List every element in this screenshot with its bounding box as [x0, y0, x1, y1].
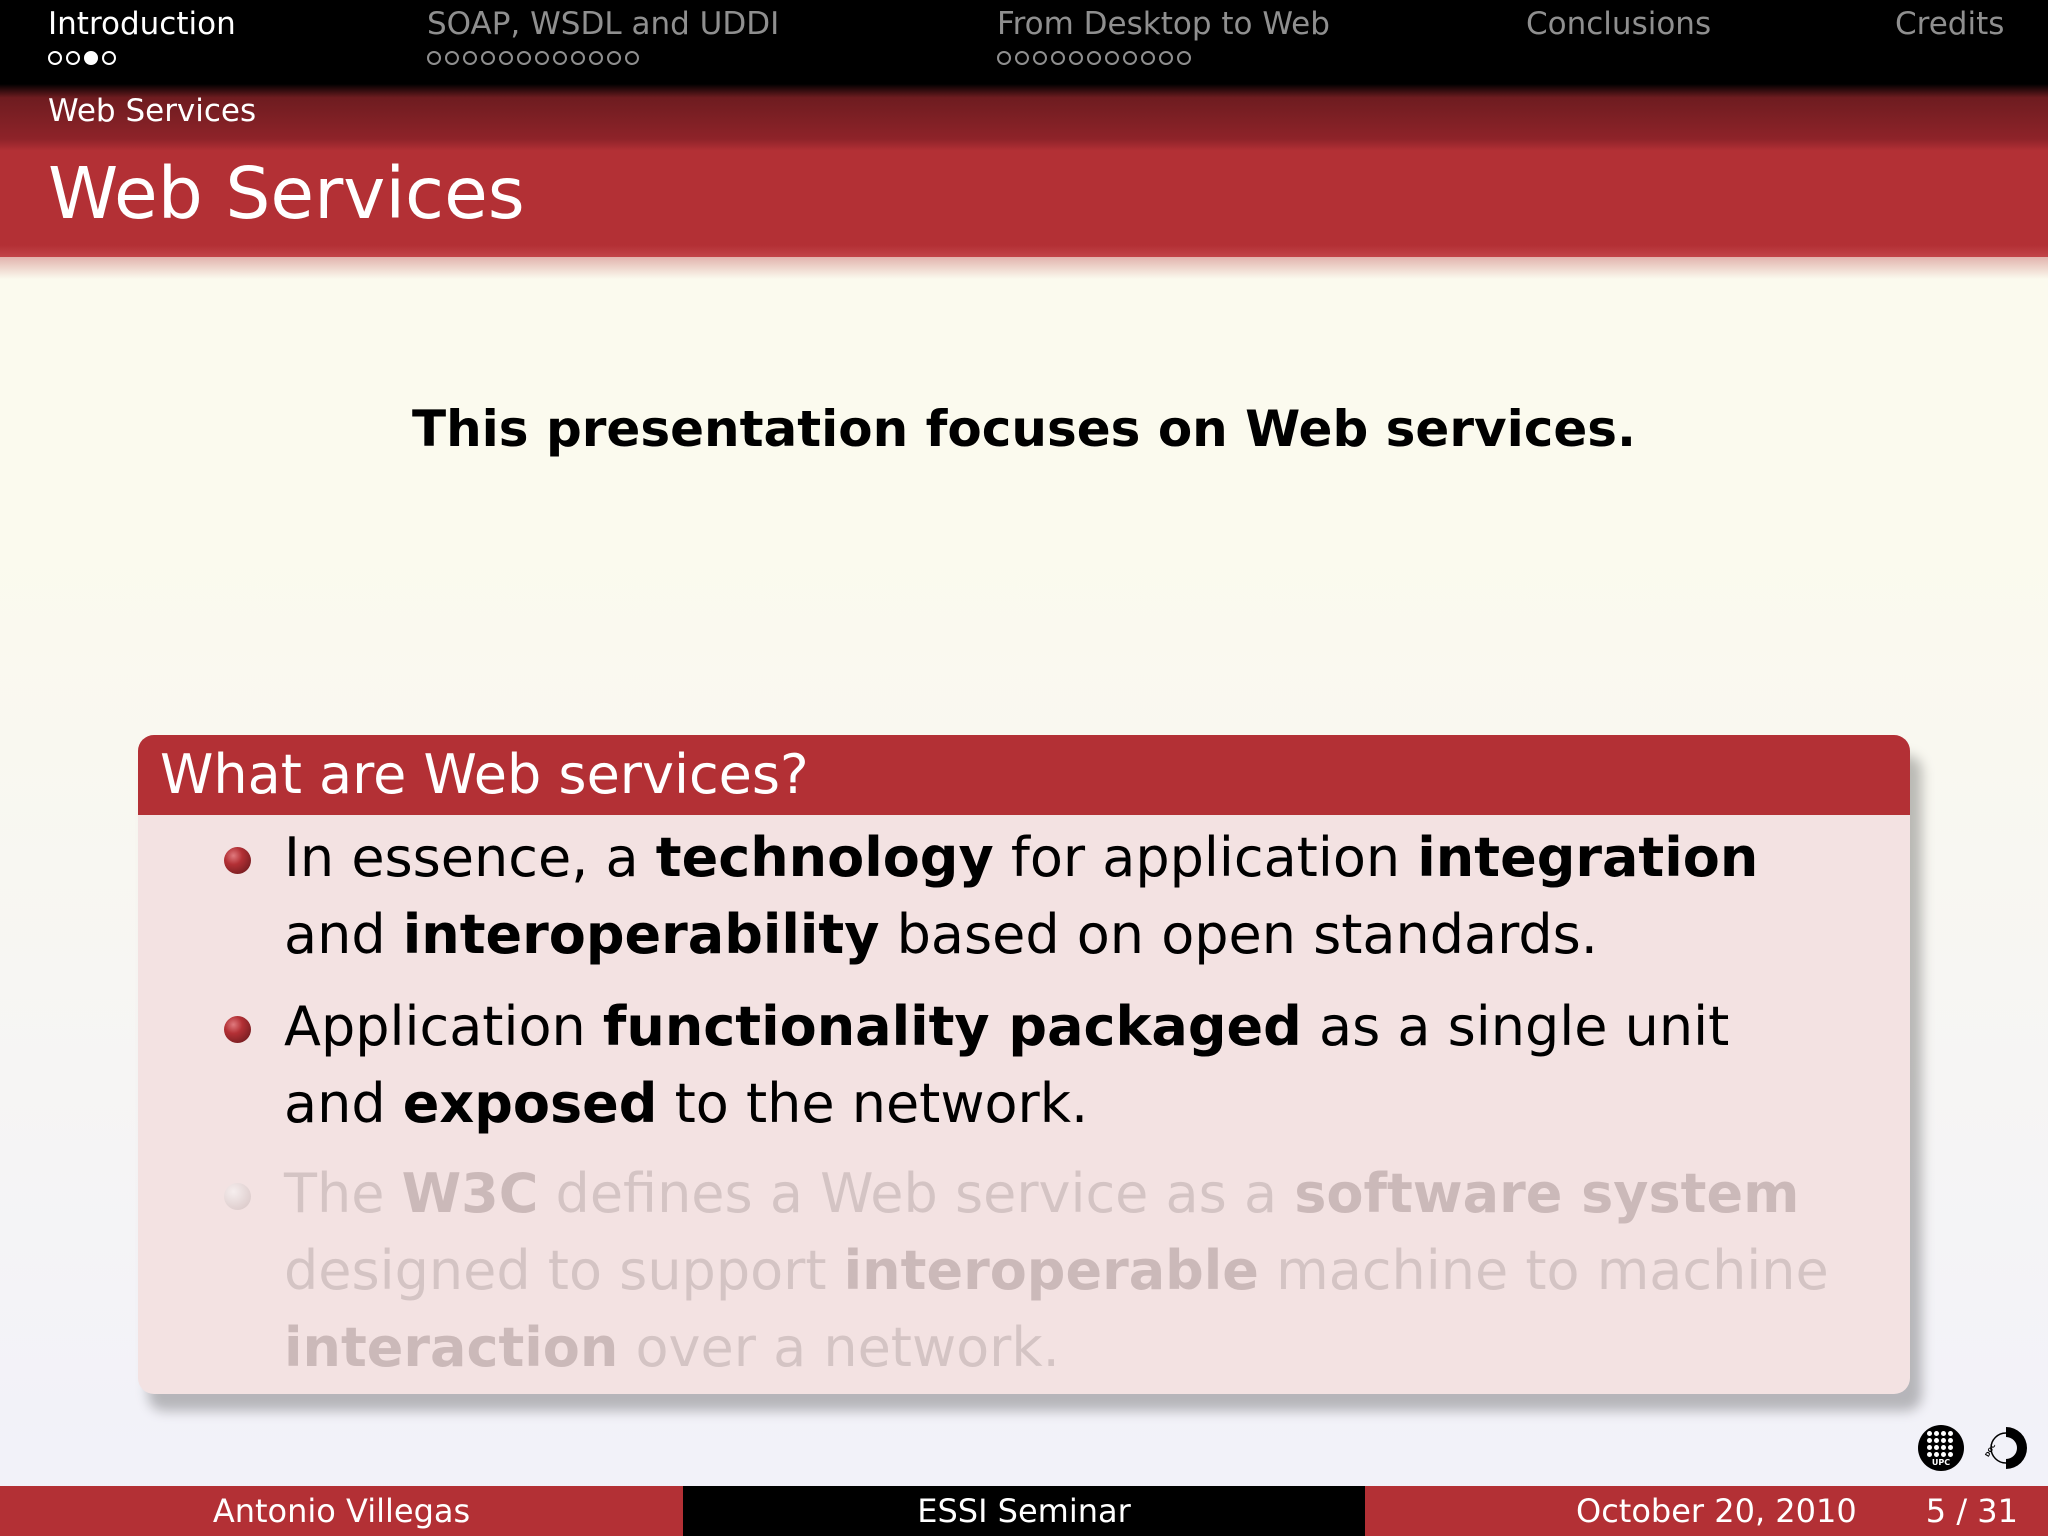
bullet-emphasis: W3C	[401, 1162, 539, 1225]
subsection-title[interactable]: Web Services	[48, 93, 256, 129]
upc-logo-icon: UPC	[1918, 1425, 1964, 1471]
nav-frame-dot[interactable]	[463, 51, 477, 65]
bullet-ball-icon	[224, 1183, 251, 1210]
nav-section-label[interactable]: Credits	[1895, 6, 2004, 42]
block-title: What are Web services?	[138, 735, 1910, 815]
nav-frame-dot[interactable]	[1015, 51, 1029, 65]
bullet-text: Application functionality packaged as a …	[284, 995, 1729, 1135]
bullet-ball-icon	[224, 1016, 251, 1043]
bullet-item: The W3C defines a Web service as a softw…	[224, 1155, 1844, 1386]
bullet-text-run: machine to machine	[1258, 1239, 1829, 1302]
nav-frame-dot[interactable]	[1123, 51, 1137, 65]
bullet-text-run: based on open standards.	[879, 903, 1598, 966]
nav-section-label[interactable]: From Desktop to Web	[997, 6, 1330, 42]
nav-frame-dot[interactable]	[607, 51, 621, 65]
bullet-emphasis: exposed	[402, 1072, 658, 1135]
nav-frame-dot[interactable]	[102, 51, 116, 65]
bullet-text-run: Application	[284, 995, 603, 1058]
footer-date-page: October 20, 2010 5 / 31	[1365, 1486, 2048, 1536]
bullet-item: Application functionality packaged as a …	[224, 988, 1844, 1142]
bullet-emphasis: software system	[1294, 1162, 1800, 1225]
subsection-bar	[0, 84, 2048, 139]
bullet-text-run: In essence, a	[284, 826, 656, 889]
bullet-item: In essence, a technology for application…	[224, 819, 1844, 973]
bullet-ball-icon	[224, 847, 251, 874]
page-counter: 5 / 31	[1925, 1492, 2018, 1530]
upc-logo-text: UPC	[1931, 1458, 1951, 1467]
bullet-emphasis: interaction	[284, 1316, 619, 1379]
nav-frame-dot[interactable]	[571, 51, 585, 65]
frame-title: Web Services	[48, 152, 525, 235]
nav-frame-dot[interactable]	[1141, 51, 1155, 65]
bullet-emphasis: interoperability	[402, 903, 880, 966]
nav-frame-dot[interactable]	[625, 51, 639, 65]
bullet-text-run: for application	[993, 826, 1418, 889]
definition-block: What are Web services? In essence, a tec…	[138, 735, 1910, 1394]
section-navigation: Introduction SOAP, WSDL and UDDI From De…	[0, 0, 2048, 84]
bullet-emphasis: integration	[1417, 826, 1759, 889]
footer-author: Antonio Villegas	[0, 1486, 683, 1536]
nav-frame-dots	[427, 51, 639, 65]
nav-frame-dot[interactable]	[589, 51, 603, 65]
nav-frame-dot[interactable]	[48, 51, 62, 65]
nav-frame-dot[interactable]	[1159, 51, 1173, 65]
nav-frame-dot[interactable]	[481, 51, 495, 65]
bullet-emphasis: functionality packaged	[602, 995, 1302, 1058]
doctorate-logo-icon: DOC	[1984, 1427, 2027, 1469]
nav-frame-dot[interactable]	[427, 51, 441, 65]
nav-section-label[interactable]: Introduction	[48, 6, 236, 42]
bullet-text-run: and	[284, 903, 403, 966]
bullet-text-run: The	[284, 1162, 402, 1225]
nav-frame-dots	[48, 51, 116, 65]
lead-statement: This presentation focuses on Web service…	[411, 400, 1637, 458]
nav-frame-dot[interactable]	[1051, 51, 1065, 65]
bullet-text-run: designed to support	[284, 1239, 844, 1302]
nav-frame-dot[interactable]	[84, 51, 98, 65]
nav-frame-dot[interactable]	[66, 51, 80, 65]
bullet-emphasis: technology	[655, 826, 994, 889]
title-bar-shadow	[0, 257, 2048, 279]
nav-frame-dot[interactable]	[1105, 51, 1119, 65]
nav-frame-dot[interactable]	[499, 51, 513, 65]
nav-section-label[interactable]: Conclusions	[1526, 6, 1711, 42]
nav-frame-dot[interactable]	[1033, 51, 1047, 65]
nav-frame-dot[interactable]	[553, 51, 567, 65]
bullet-text: In essence, a technology for application…	[284, 826, 1758, 966]
nav-frame-dot[interactable]	[1177, 51, 1191, 65]
nav-section-label[interactable]: SOAP, WSDL and UDDI	[427, 6, 779, 42]
nav-frame-dot[interactable]	[535, 51, 549, 65]
nav-frame-dot[interactable]	[1069, 51, 1083, 65]
bullet-text-run: to the network.	[657, 1072, 1089, 1135]
nav-frame-dots	[997, 51, 1191, 65]
bullet-text-run: defines a Web service as a	[538, 1162, 1295, 1225]
footer-event: ESSI Seminar	[683, 1486, 1365, 1536]
svg-text:DOC: DOC	[1984, 1442, 1998, 1459]
nav-frame-dot[interactable]	[997, 51, 1011, 65]
nav-frame-dot[interactable]	[517, 51, 531, 65]
footer-date: October 20, 2010	[1576, 1492, 1857, 1530]
bullet-text-run: over a network.	[618, 1316, 1060, 1379]
nav-frame-dot[interactable]	[1087, 51, 1101, 65]
bullet-emphasis: interoperable	[843, 1239, 1259, 1302]
slide-footer: Antonio Villegas ESSI Seminar October 20…	[0, 1486, 2048, 1536]
bullet-text: The W3C defines a Web service as a softw…	[284, 1162, 1829, 1379]
nav-frame-dot[interactable]	[445, 51, 459, 65]
